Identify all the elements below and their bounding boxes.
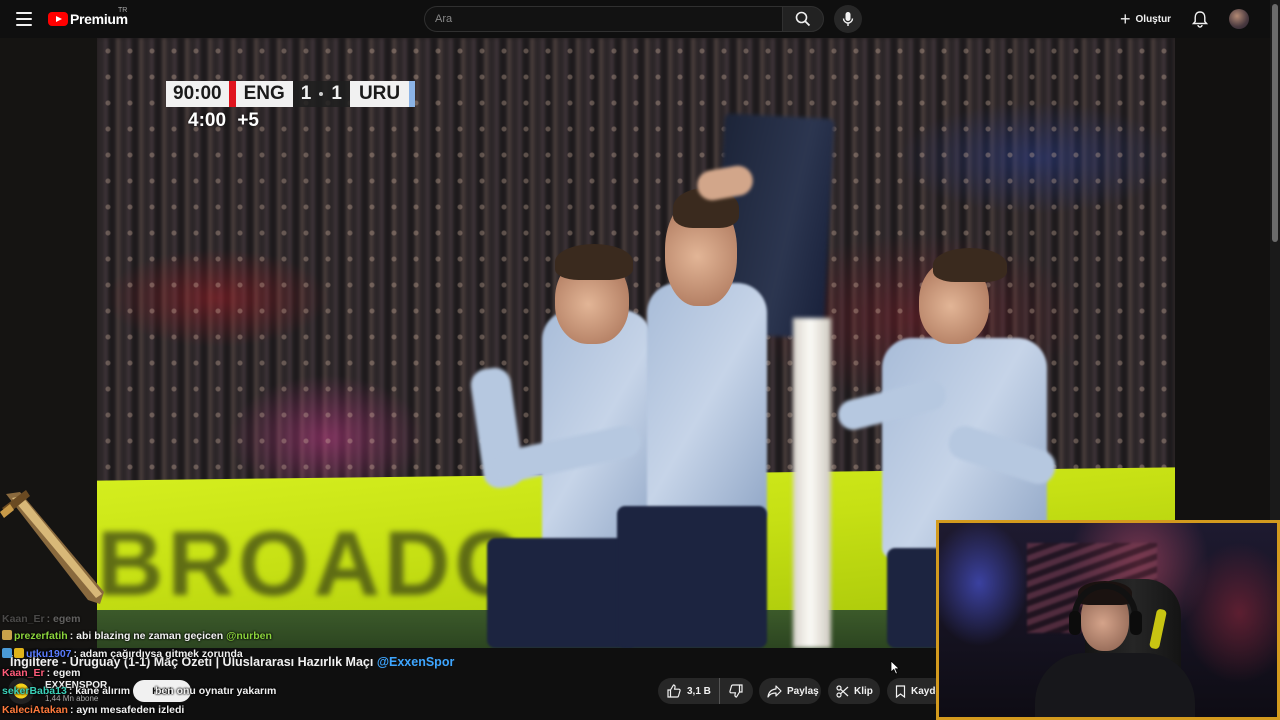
- bookmark-icon: [895, 684, 906, 698]
- chat-text: : egem: [46, 667, 81, 679]
- chat-text: : aynı mesafeden izledi: [69, 704, 185, 716]
- scrollbar-thumb[interactable]: [1272, 4, 1278, 242]
- chat-username: Kaan_Er: [2, 667, 45, 679]
- like-icon: [667, 684, 681, 698]
- added-minutes: +5: [237, 110, 259, 131]
- chat-text: : kane alırım: [68, 685, 131, 697]
- headset-earcup-left: [1069, 611, 1081, 635]
- plus-icon: +: [1120, 9, 1131, 29]
- share-label: Paylaş: [787, 685, 819, 697]
- chat-mention: @nurben: [226, 630, 272, 642]
- mouse-cursor: [890, 660, 900, 675]
- added-time: 4:00 +5: [188, 110, 259, 132]
- home-score: 1: [300, 83, 312, 104]
- clip-button[interactable]: Klip: [828, 678, 880, 704]
- chat-username: KaleciAtakan: [2, 704, 68, 716]
- chat-username: prezerfatih: [14, 630, 68, 642]
- top-bar: Premium TR Ara + Oluştur: [0, 0, 1280, 38]
- chat-text: : abi blazing ne zaman geçicen: [69, 630, 224, 642]
- chat-message: prezerfatih: abi blazing ne zaman geçice…: [2, 627, 272, 645]
- chat-message: KaleciAtakan: aynı mesafeden izledi: [2, 701, 184, 719]
- away-score: 1: [331, 83, 342, 104]
- video-title-tag[interactable]: @ExxenSpor: [377, 655, 455, 669]
- like-dislike-group: 3,1 B: [658, 678, 753, 704]
- create-button[interactable]: + Oluştur: [1120, 8, 1171, 30]
- share-icon: [767, 684, 782, 698]
- chat-message: Kaan_Er: egem: [2, 610, 80, 628]
- mic-icon: [842, 12, 854, 26]
- home-team-color: [228, 81, 236, 107]
- clip-label: Klip: [854, 685, 873, 697]
- away-team-color: [409, 81, 416, 107]
- chat-text: : adam çağırdıysa gitmek zorunda: [73, 648, 243, 660]
- chat-message: utku1907: adam çağırdıysa gitmek zorunda: [2, 645, 243, 663]
- score: 1 1: [292, 81, 350, 107]
- chat-text-tail: ben onu oynatır yakarım: [155, 685, 277, 697]
- youtube-logo-icon: [48, 12, 68, 26]
- sword-icon: [0, 490, 104, 604]
- avatar[interactable]: [1229, 9, 1249, 29]
- notifications-button[interactable]: [1191, 10, 1209, 33]
- like-button[interactable]: 3,1 B: [658, 678, 720, 704]
- create-label: Oluştur: [1135, 13, 1172, 25]
- search-input[interactable]: Ara: [424, 6, 782, 32]
- headset-earcup-right: [1130, 611, 1142, 635]
- search-icon: [795, 11, 811, 27]
- added-time-clock: 4:00: [188, 110, 227, 131]
- away-team: URU: [349, 81, 410, 107]
- chat-message: Kaan_Er: egem: [2, 664, 80, 682]
- bell-icon: [1191, 11, 1209, 28]
- youtube-premium-logo[interactable]: Premium TR: [48, 7, 128, 28]
- share-button[interactable]: Paylaş: [759, 678, 821, 704]
- voice-search-button[interactable]: [834, 5, 862, 33]
- chat-message: sekerBaba13: kane alırım ben onu oynatır…: [2, 682, 276, 700]
- corner-flag-pole: [793, 318, 831, 648]
- webcam-overlay: [936, 520, 1280, 720]
- chat-username: Kaan_Er: [2, 613, 45, 625]
- scissors-icon: [836, 684, 849, 698]
- chat-username: utku1907: [26, 648, 72, 660]
- chat-username: sekerBaba13: [2, 685, 67, 697]
- home-team: ENG: [235, 81, 293, 107]
- scoreboard: 90:00 ENG 1 1 URU: [166, 81, 416, 107]
- dislike-icon: [729, 684, 743, 698]
- logo-country-code: TR: [118, 7, 128, 14]
- chat-text: : egem: [46, 613, 81, 625]
- streamer-body: [1035, 653, 1195, 717]
- menu-icon[interactable]: [16, 12, 32, 26]
- like-count: 3,1 B: [687, 685, 711, 697]
- match-clock: 90:00: [166, 81, 229, 107]
- search-button[interactable]: [782, 6, 824, 32]
- dislike-button[interactable]: [720, 678, 752, 704]
- search-placeholder: Ara: [435, 13, 453, 25]
